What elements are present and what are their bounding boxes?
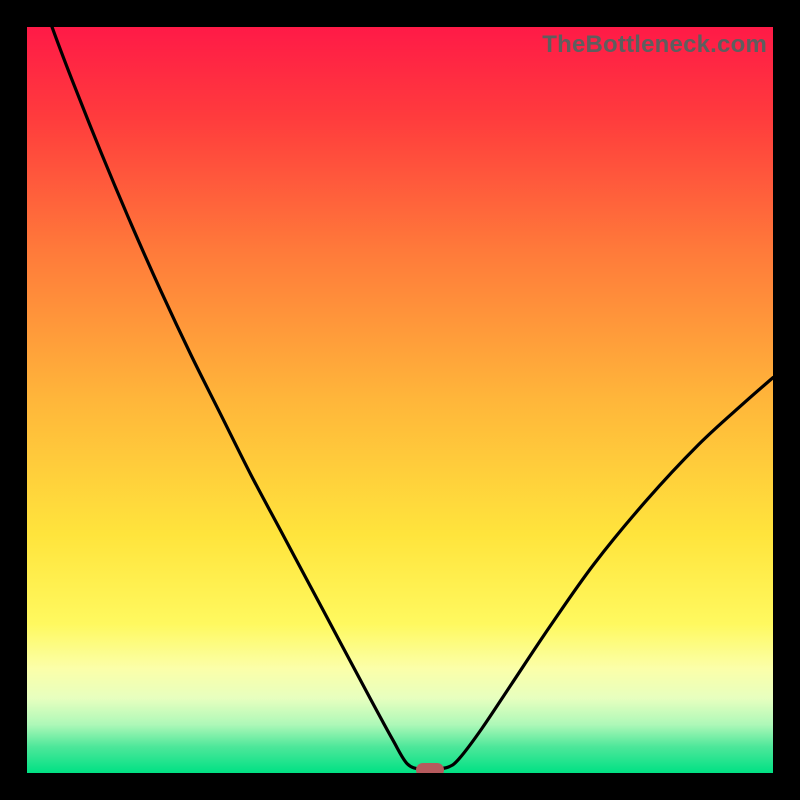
curve-svg <box>27 27 773 773</box>
plot-area: TheBottleneck.com <box>27 27 773 773</box>
optimal-marker <box>416 763 444 773</box>
chart-frame: TheBottleneck.com <box>0 0 800 800</box>
bottleneck-curve <box>27 27 773 770</box>
